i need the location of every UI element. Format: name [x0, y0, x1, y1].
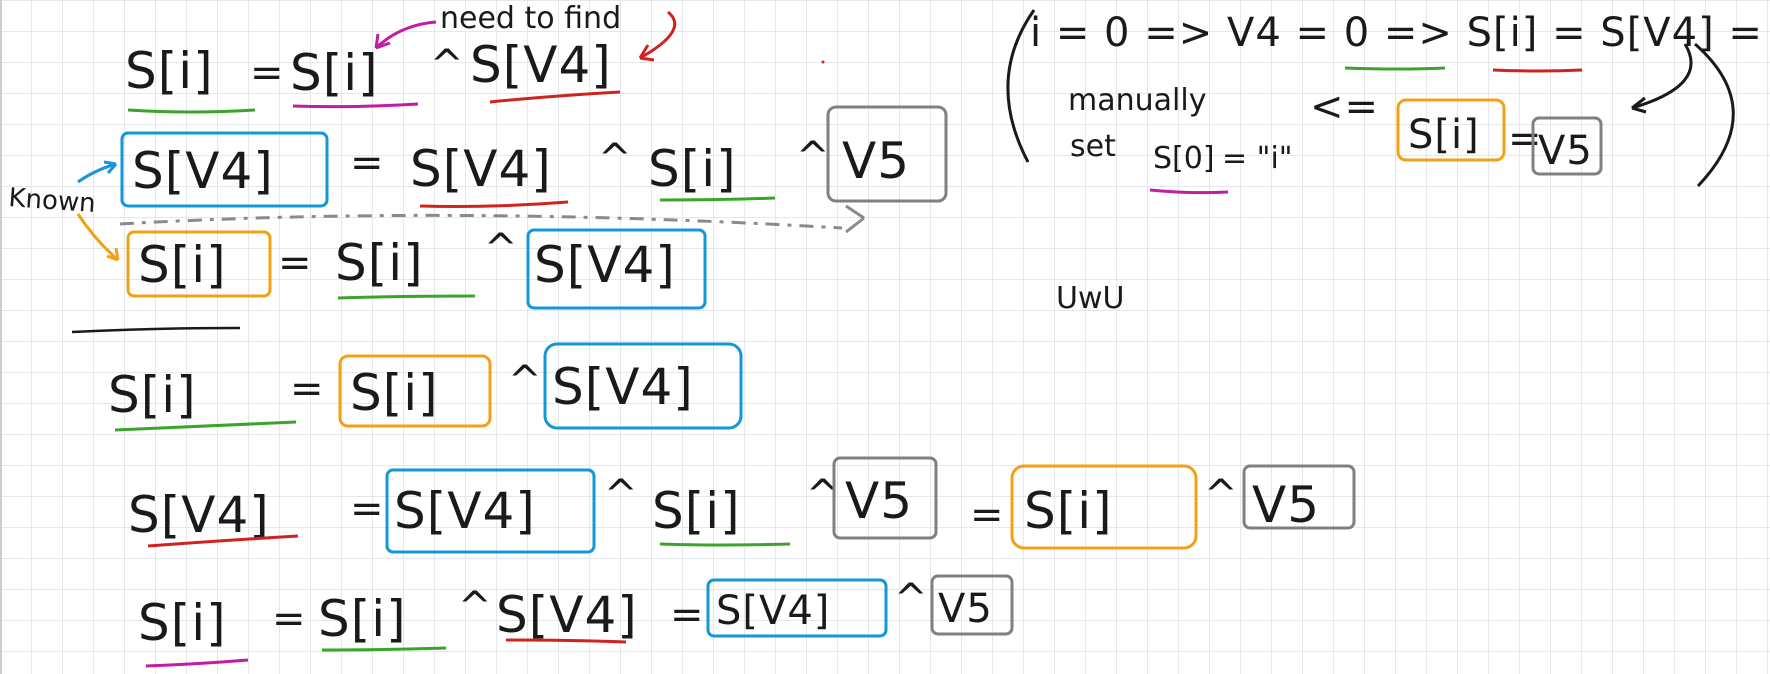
handwritten-notes: S[i] = S[i] ^ S[V4] need to find Known S…	[8, 1, 1770, 668]
eq1-term-b: S[V4]	[470, 36, 612, 94]
magenta-underline	[292, 102, 419, 109]
green-underline-3	[337, 294, 476, 300]
eq5-lhs: S[V4]	[128, 486, 270, 544]
green-underline	[127, 108, 256, 114]
green-underline-side	[1344, 66, 1446, 71]
side-box-a: S[i]	[1408, 112, 1480, 158]
green-underline-6	[321, 646, 447, 652]
eq2-equals: =	[350, 140, 385, 186]
eq1-lhs: S[i]	[125, 42, 214, 100]
eq2-xor-1: ^	[598, 136, 633, 182]
equation-row-3: S[i] = S[i] ^ S[V4]	[71, 226, 707, 334]
arrow-lte: <=	[1310, 84, 1379, 130]
side-box-b: V5	[1538, 128, 1593, 174]
eq5-term-b: S[i]	[652, 482, 741, 540]
manually-label: manually	[1068, 83, 1206, 118]
set-label: set	[1070, 129, 1116, 164]
eq6-lhs: S[i]	[138, 594, 227, 652]
right-paren	[1694, 42, 1735, 188]
s0-label: S[0]	[1153, 141, 1215, 176]
eq6-term-b: S[V4]	[496, 586, 638, 644]
eq5-term-a: S[V4]	[394, 482, 536, 540]
orange-known-arrow	[76, 213, 119, 262]
equation-row-6: S[i] = S[i] ^ S[V4] = S[V4] ^ V5	[138, 574, 1014, 668]
eq3-lhs: S[i]	[138, 236, 227, 294]
eq6-equals-1: =	[272, 596, 307, 642]
known-label: Known	[8, 183, 97, 219]
eq3-xor: ^	[484, 226, 519, 272]
eq4-term-b: S[V4]	[552, 358, 694, 416]
equation-row-1: S[i] = S[i] ^ S[V4]	[125, 36, 621, 114]
side-note: i = 0 => V4 = 0 => S[i] = S[V4] = 0 manu…	[1006, 9, 1770, 195]
eq1-equals: =	[250, 50, 285, 96]
equation-row-5: S[V4] = S[V4] ^ S[i] ^ V5 = S[i] ^ V5	[128, 456, 1356, 554]
eq6-term-a: S[i]	[318, 590, 407, 648]
eq5-xor-3: ^	[1204, 472, 1239, 518]
eq2-term-b: S[i]	[648, 140, 737, 198]
eq3-term-b: S[V4]	[534, 236, 676, 294]
eq5-equals-1: =	[350, 486, 385, 532]
green-underline-5	[659, 542, 791, 547]
eq5-v5-2: V5	[1252, 476, 1320, 534]
eq4-term-a: S[i]	[350, 364, 439, 422]
gray-dashed-arrowhead	[845, 204, 865, 234]
magenta-underline-side	[1149, 188, 1229, 195]
red-underline-2	[419, 200, 569, 208]
eq5-v5: V5	[845, 472, 913, 530]
red-speck	[821, 60, 825, 64]
eq3-equals: =	[278, 240, 313, 286]
green-underline-2	[659, 196, 776, 202]
need-to-find-label: need to find	[440, 1, 621, 36]
eq1-term-a: S[i]	[290, 44, 379, 102]
eq3-term-a: S[i]	[335, 234, 424, 292]
gray-dashed-arrow	[119, 213, 843, 230]
eq6-equals-2: =	[670, 592, 705, 638]
eq4-lhs: S[i]	[108, 366, 197, 424]
blue-known-arrow	[77, 162, 117, 184]
eq6-xor-1: ^	[458, 584, 493, 630]
eq4-equals: =	[290, 366, 325, 412]
eq6-term-c: S[V4]	[716, 588, 830, 634]
eq5-term-c: S[i]	[1024, 482, 1113, 540]
equation-row-4: S[i] = S[i] ^ S[V4]	[108, 342, 743, 432]
eq5-equals-2: =	[970, 492, 1005, 538]
eq5-xor-1: ^	[604, 472, 639, 518]
eq4-xor: ^	[508, 358, 543, 404]
black-divider	[71, 326, 241, 334]
uwu-label: UwU	[1056, 281, 1124, 316]
magenta-underline-6	[145, 658, 249, 668]
red-underline-side	[1492, 68, 1583, 73]
assign-label: = "i"	[1222, 141, 1293, 176]
side-note-line1: i = 0 => V4 = 0 => S[i] = S[V4] = 0	[1030, 10, 1770, 56]
eq2-v5: V5	[842, 132, 910, 190]
whiteboard-canvas: S[i] = S[i] ^ S[V4] need to find Known S…	[0, 0, 1770, 674]
eq6-xor-2: ^	[894, 576, 929, 622]
eq2-term-a: S[V4]	[410, 140, 552, 198]
eq2-lhs: S[V4]	[132, 142, 274, 200]
eq6-v5: V5	[938, 586, 993, 632]
eq2-xor-2: ^	[796, 134, 831, 180]
eq1-xor: ^	[430, 42, 465, 88]
